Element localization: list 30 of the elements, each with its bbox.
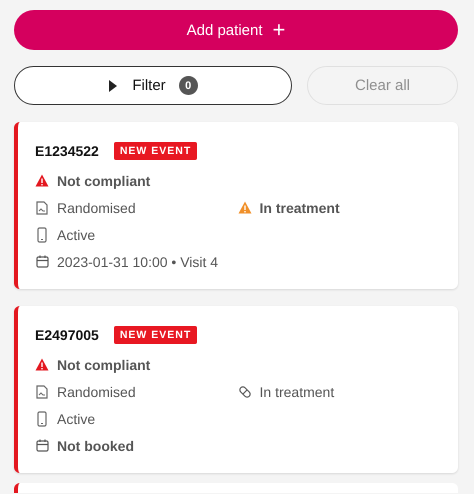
warning-icon bbox=[35, 358, 49, 371]
visit-info: 2023-01-31 10:00 • Visit 4 bbox=[57, 254, 218, 270]
patient-card[interactable]: E1234522 NEW EVENT Not compliant Randomised In treatment Active 2023-01-31 10:00 • Visit 4 bbox=[14, 122, 458, 289]
add-patient-button[interactable]: Add patient + bbox=[14, 10, 458, 50]
document-icon bbox=[35, 200, 49, 214]
warning-icon bbox=[35, 174, 49, 187]
visit-info: Not booked bbox=[57, 438, 134, 454]
device-status: Active bbox=[57, 226, 96, 242]
treatment-status: In treatment bbox=[260, 200, 340, 216]
device-status: Active bbox=[57, 410, 96, 426]
compliance-status: Not compliant bbox=[57, 356, 150, 372]
filter-count-badge: 0 bbox=[178, 76, 198, 95]
new-event-badge: NEW EVENT bbox=[114, 142, 198, 160]
treatment-status: In treatment bbox=[260, 384, 334, 400]
randomisation-status: Randomised bbox=[57, 200, 136, 216]
calendar-icon bbox=[35, 439, 49, 452]
pill-icon bbox=[238, 384, 252, 398]
compliance-status: Not compliant bbox=[57, 172, 150, 188]
randomisation-status: Randomised bbox=[57, 384, 136, 400]
calendar-icon bbox=[35, 255, 49, 268]
patient-id: E1234522 bbox=[35, 143, 99, 159]
patient-id: E2497005 bbox=[35, 327, 99, 343]
patient-card[interactable] bbox=[14, 483, 458, 493]
document-icon bbox=[35, 384, 49, 398]
filter-button[interactable]: Filter 0 bbox=[14, 66, 292, 105]
phone-icon bbox=[35, 410, 49, 426]
phone-icon bbox=[35, 226, 49, 242]
new-event-badge: NEW EVENT bbox=[114, 326, 198, 344]
warning-icon bbox=[238, 201, 252, 214]
patient-card[interactable]: E2497005 NEW EVENT Not compliant Randomised In treatment Active Not booked bbox=[14, 306, 458, 473]
